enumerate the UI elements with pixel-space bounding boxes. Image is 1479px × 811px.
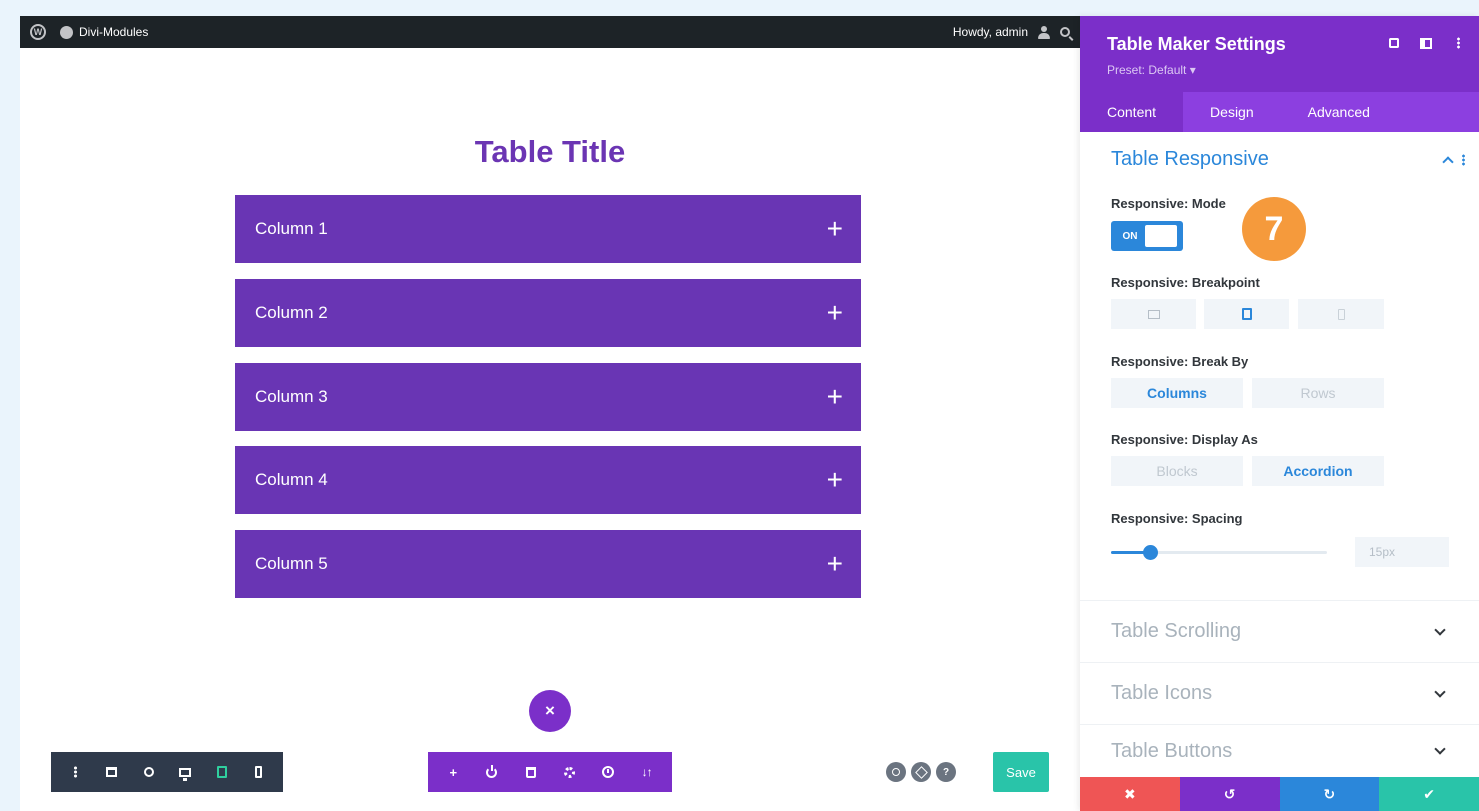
section-toolbar: + ↓↑ <box>428 752 672 792</box>
site-name: Divi-Modules <box>79 25 149 39</box>
tab-design[interactable]: Design <box>1183 92 1281 132</box>
panel-footer: ✖ ↺ ↻ ✔ <box>1080 777 1479 811</box>
expand-icon[interactable] <box>1387 36 1401 50</box>
table-column-row[interactable]: Column 2 + <box>235 279 861 347</box>
table-column-row[interactable]: Column 3 + <box>235 363 861 431</box>
undo-button[interactable]: ↺ <box>1179 777 1280 811</box>
column-label: Column 5 <box>255 554 328 573</box>
redo-button[interactable]: ↻ <box>1279 777 1380 811</box>
breakpoint-phone-option[interactable] <box>1298 299 1384 329</box>
chevron-down-icon[interactable] <box>1434 743 1446 755</box>
settings-icon[interactable] <box>558 761 580 783</box>
expand-plus-icon[interactable]: + <box>827 383 843 411</box>
panel-title: Table Maker Settings <box>1107 34 1286 54</box>
column-label: Column 3 <box>255 387 328 406</box>
site-link[interactable]: Divi-Modules <box>60 25 148 39</box>
panel-header: Table Maker Settings Preset: Default ▾ <box>1080 16 1479 92</box>
section-table-icons[interactable]: Table Icons <box>1080 662 1479 724</box>
save-button[interactable]: Save <box>993 752 1049 792</box>
user-greeting[interactable]: Howdy, admin <box>953 25 1028 39</box>
tab-advanced[interactable]: Advanced <box>1281 92 1397 132</box>
expand-plus-icon[interactable]: + <box>827 466 843 494</box>
add-icon[interactable]: + <box>442 761 464 783</box>
phone-icon <box>1337 308 1345 320</box>
dashboard-icon <box>60 25 73 39</box>
spacing-slider-handle[interactable] <box>1142 545 1158 560</box>
column-label: Column 2 <box>255 303 328 322</box>
table-column-row[interactable]: Column 1 + <box>235 195 861 263</box>
builder-canvas: W Divi-Modules Howdy, admin Table Title … <box>20 16 1080 811</box>
break-by-rows-option[interactable]: Rows <box>1252 378 1384 408</box>
toggle-knob <box>1145 225 1177 247</box>
table-title: Table Title <box>474 134 626 169</box>
breakpoint-desktop-option[interactable] <box>1111 299 1196 329</box>
chevron-down-icon[interactable] <box>1434 685 1446 698</box>
desktop-icon[interactable] <box>174 761 196 783</box>
desktop-icon <box>1147 309 1160 319</box>
tab-content[interactable]: Content <box>1080 92 1184 132</box>
settings-panel: Table Maker Settings Preset: Default ▾ C… <box>1080 16 1479 811</box>
history-icon[interactable] <box>597 761 619 783</box>
page-settings-toolbar <box>51 752 283 792</box>
break-by-columns-option[interactable]: Columns <box>1111 378 1243 408</box>
spacing-value-input[interactable]: 15px <box>1355 537 1449 567</box>
phone-icon[interactable] <box>248 761 270 783</box>
confirm-button[interactable]: ✔ <box>1379 777 1479 811</box>
wordpress-logo-icon[interactable]: W <box>30 24 46 40</box>
section-title: Table Buttons <box>1111 739 1233 762</box>
menu-icon[interactable] <box>64 761 86 783</box>
table-column-row[interactable]: Column 5 + <box>235 530 861 598</box>
responsive-display-as-label: Responsive: Display As <box>1111 432 1258 447</box>
responsive-breakpoint-label: Responsive: Breakpoint <box>1111 275 1260 290</box>
expand-plus-icon[interactable]: + <box>827 299 843 327</box>
section-table-scrolling[interactable]: Table Scrolling <box>1080 600 1479 662</box>
more-options-icon[interactable] <box>1451 36 1465 50</box>
layers-icon[interactable] <box>911 762 931 782</box>
table-column-row[interactable]: Column 4 + <box>235 446 861 514</box>
trash-icon[interactable] <box>520 761 542 783</box>
user-icon[interactable] <box>1038 25 1050 39</box>
section-title: Table Icons <box>1111 682 1213 704</box>
display-as-accordion-option[interactable]: Accordion <box>1252 456 1384 486</box>
power-icon[interactable] <box>481 761 503 783</box>
sort-icon[interactable]: ↓↑ <box>636 761 658 783</box>
display-as-blocks-option[interactable]: Blocks <box>1111 456 1243 486</box>
preset-dropdown[interactable]: Preset: Default ▾ <box>1107 63 1196 77</box>
chevron-up-icon[interactable] <box>1442 156 1454 168</box>
section-title: Table Scrolling <box>1111 620 1242 642</box>
toggle-state: ON <box>1122 230 1138 242</box>
section-table-buttons[interactable]: Table Buttons <box>1080 724 1479 777</box>
zoom-icon[interactable] <box>138 761 160 783</box>
tablet-icon[interactable] <box>211 761 233 783</box>
column-label: Column 4 <box>255 470 328 489</box>
responsive-mode-label: Responsive: Mode <box>1111 196 1226 211</box>
responsive-mode-toggle[interactable]: ON <box>1111 221 1183 251</box>
tablet-icon <box>1241 308 1252 320</box>
section-title-table-responsive[interactable]: Table Responsive <box>1111 148 1269 171</box>
breakpoint-tablet-option[interactable] <box>1204 299 1289 329</box>
panel-tabs: Content Design Advanced <box>1080 92 1479 132</box>
wp-admin-bar: W Divi-Modules Howdy, admin <box>20 16 1080 48</box>
wireframe-icon[interactable] <box>101 761 123 783</box>
search-icon[interactable] <box>1060 27 1070 37</box>
help-icon[interactable]: ? <box>936 762 956 782</box>
search-icon[interactable] <box>886 762 906 782</box>
step-number-badge: 7 <box>1242 197 1306 261</box>
column-label: Column 1 <box>255 219 328 238</box>
columns-icon[interactable] <box>1419 36 1433 50</box>
expand-plus-icon[interactable]: + <box>827 550 843 578</box>
responsive-spacing-label: Responsive: Spacing <box>1111 511 1243 526</box>
chevron-down-icon[interactable] <box>1434 623 1446 636</box>
responsive-break-by-label: Responsive: Break By <box>1111 354 1249 369</box>
expand-plus-icon[interactable]: + <box>827 215 843 243</box>
section-options-icon[interactable] <box>1462 154 1465 166</box>
discard-button[interactable]: ✖ <box>1080 777 1180 811</box>
close-icon[interactable]: × <box>529 690 571 732</box>
